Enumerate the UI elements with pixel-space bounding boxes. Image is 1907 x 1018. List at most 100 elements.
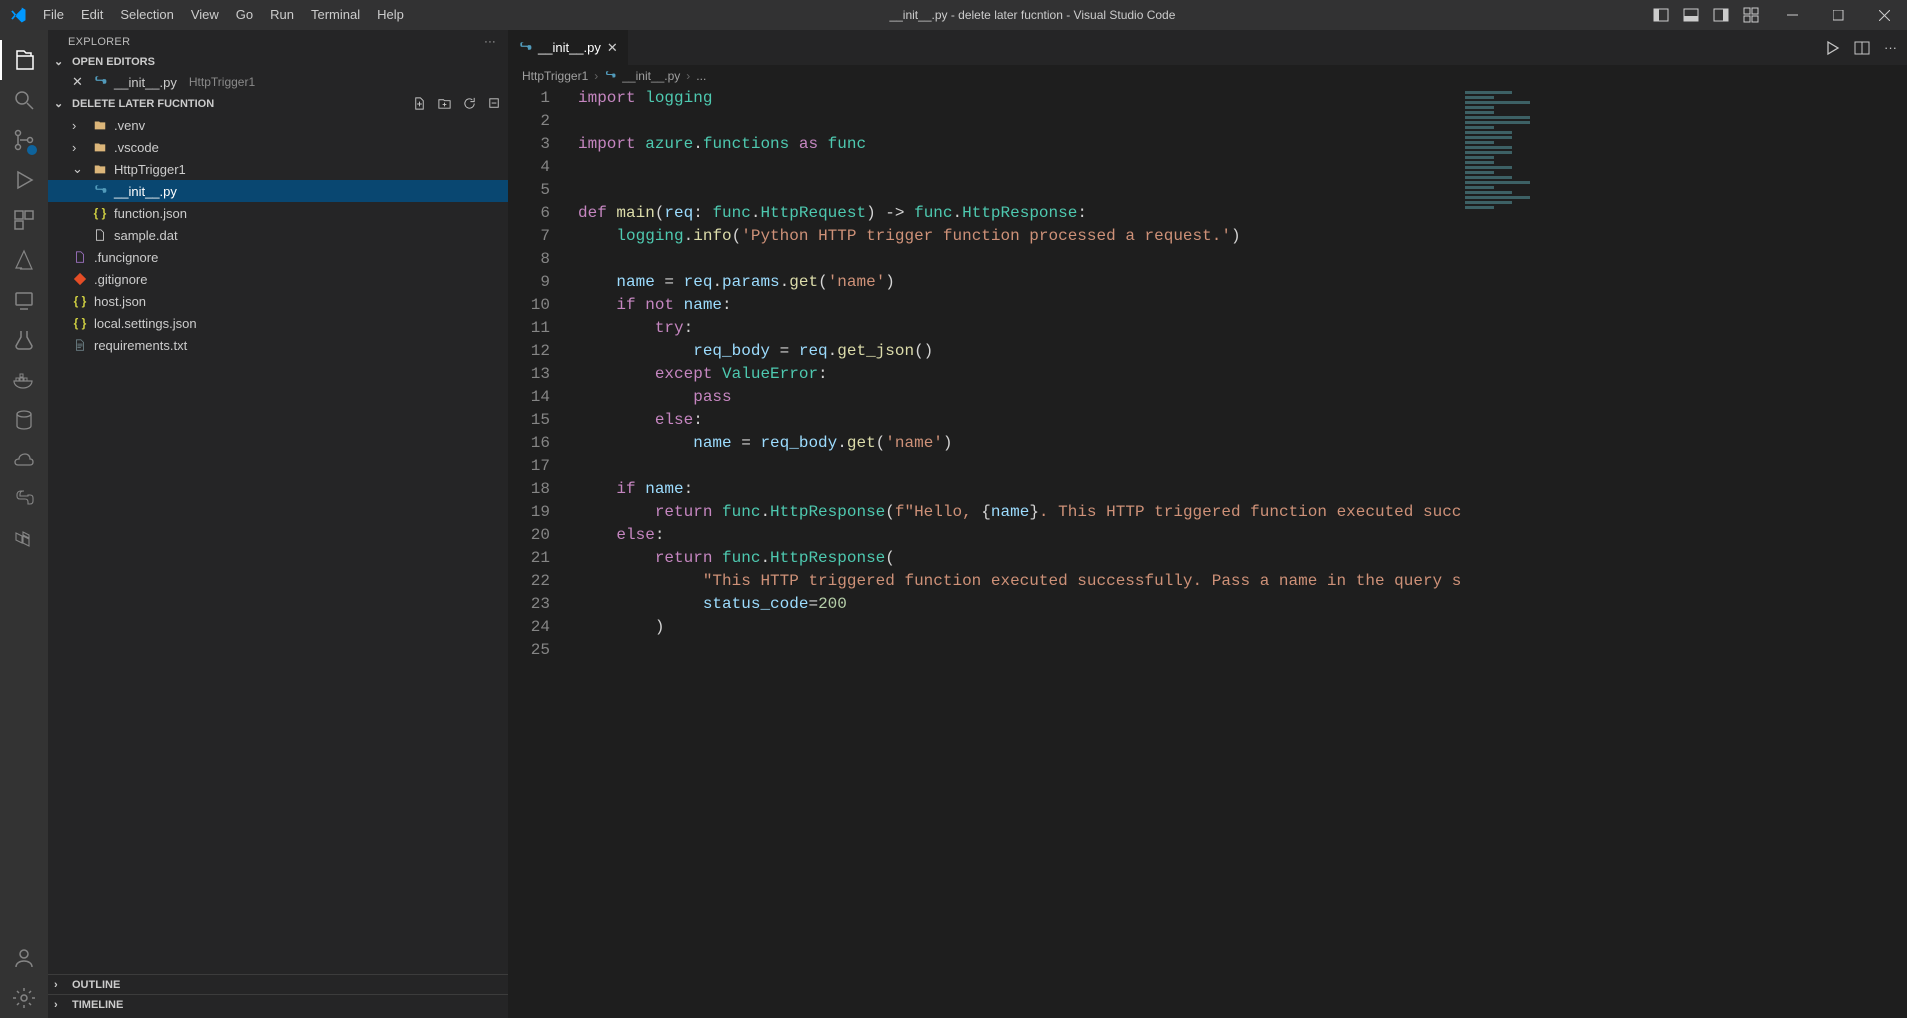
folder-row[interactable]: ⌄ HttpTrigger1 <box>48 158 508 180</box>
txt-file-icon <box>72 337 88 353</box>
activity-accounts-icon[interactable] <box>0 938 48 978</box>
close-icon[interactable]: ✕ <box>607 40 618 56</box>
open-editors-section[interactable]: ⌄ OPEN EDITORS <box>48 52 508 71</box>
tree-item-label: .venv <box>114 118 145 133</box>
menu-go[interactable]: Go <box>228 0 261 30</box>
tree-item-label: HttpTrigger1 <box>114 162 186 177</box>
refresh-icon[interactable] <box>462 96 477 111</box>
folder-icon <box>92 139 108 155</box>
window-controls <box>1769 0 1907 30</box>
menu-selection[interactable]: Selection <box>112 0 181 30</box>
folder-row[interactable]: ›.vscode <box>48 136 508 158</box>
menu-terminal[interactable]: Terminal <box>303 0 368 30</box>
tree-item-label: .gitignore <box>94 272 147 287</box>
open-editor-row[interactable]: ✕ __init__.py HttpTrigger1 <box>48 71 508 93</box>
chevron-down-icon: ⌄ <box>54 55 68 68</box>
tree-item-label: sample.dat <box>114 228 178 243</box>
toggle-primary-sidebar-icon[interactable] <box>1653 7 1669 23</box>
open-editors-label: OPEN EDITORS <box>72 56 155 68</box>
activity-source-control-icon[interactable] <box>0 120 48 160</box>
more-actions-icon[interactable]: ··· <box>1884 40 1897 55</box>
close-icon[interactable]: ✕ <box>72 74 86 90</box>
outline-section[interactable]: › OUTLINE <box>48 974 508 994</box>
activity-extensions-icon[interactable] <box>0 200 48 240</box>
activity-testing-icon[interactable] <box>0 320 48 360</box>
chevron-right-icon: › <box>72 118 86 133</box>
activity-explorer-icon[interactable] <box>0 40 48 80</box>
chevron-right-icon: › <box>594 69 598 83</box>
workspace-tree: ›.venv›.vscode⌄HttpTrigger1__init__.py{ … <box>48 114 508 356</box>
menu-help[interactable]: Help <box>369 0 412 30</box>
minimap[interactable] <box>1461 87 1541 1018</box>
menu-file[interactable]: File <box>35 0 72 30</box>
activity-settings-icon[interactable] <box>0 978 48 1018</box>
chevron-right-icon: › <box>54 999 68 1011</box>
chevron-down-icon: ⌄ <box>72 161 86 177</box>
activity-remote-icon[interactable] <box>0 280 48 320</box>
workspace-section[interactable]: ⌄ DELETE LATER FUCNTION <box>48 93 508 114</box>
maximize-button[interactable] <box>1815 0 1861 30</box>
tab-bar: __init__.py ✕ ··· <box>508 30 1907 65</box>
menu-run[interactable]: Run <box>262 0 302 30</box>
new-folder-icon[interactable] <box>437 96 452 111</box>
timeline-section[interactable]: › TIMELINE <box>48 994 508 1014</box>
editor-tab[interactable]: __init__.py ✕ <box>508 30 629 65</box>
menu-edit[interactable]: Edit <box>73 0 111 30</box>
folder-icon <box>92 161 108 177</box>
customize-layout-icon[interactable] <box>1743 7 1759 23</box>
code-content[interactable]: import loggingimport azure.functions as … <box>568 87 1461 1018</box>
breadcrumb-segment[interactable]: __init__.py <box>622 69 680 83</box>
open-editor-path: HttpTrigger1 <box>189 75 255 89</box>
activity-run-debug-icon[interactable] <box>0 160 48 200</box>
chevron-down-icon: ⌄ <box>54 97 68 110</box>
file-row[interactable]: .funcignore <box>48 246 508 268</box>
file-row[interactable]: .gitignore <box>48 268 508 290</box>
tree-item-label: .funcignore <box>94 250 158 265</box>
layout-controls <box>1653 7 1769 23</box>
file-row[interactable]: { }function.json <box>48 202 508 224</box>
breadcrumb-segment[interactable]: ... <box>696 69 706 83</box>
activity-database-icon[interactable] <box>0 400 48 440</box>
folder-row[interactable]: › .venv <box>48 114 508 136</box>
editor-group: __init__.py ✕ ··· HttpTrigger1 › __init_… <box>508 30 1907 1018</box>
tree-item-label: .vscode <box>114 140 159 155</box>
file-row[interactable]: requirements.txt <box>48 334 508 356</box>
line-number-gutter: 1234567891011121314151617181920212223242… <box>508 87 568 1018</box>
open-editors-tree: ✕ __init__.py HttpTrigger1 <box>48 71 508 93</box>
file-row[interactable]: __init__.py <box>48 180 508 202</box>
file-row[interactable]: { }host.json <box>48 290 508 312</box>
explorer-more-icon[interactable]: ··· <box>484 36 496 48</box>
new-file-icon[interactable] <box>412 96 427 111</box>
run-icon[interactable] <box>1824 40 1840 56</box>
split-editor-icon[interactable] <box>1854 40 1870 56</box>
activity-python-icon[interactable] <box>0 480 48 520</box>
tree-item-label: requirements.txt <box>94 338 187 353</box>
json-file-icon: { } <box>72 315 88 331</box>
git-file-icon <box>72 271 88 287</box>
file-row[interactable]: { }local.settings.json <box>48 312 508 334</box>
toggle-secondary-sidebar-icon[interactable] <box>1713 7 1729 23</box>
close-button[interactable] <box>1861 0 1907 30</box>
activity-docker2-icon[interactable] <box>0 440 48 480</box>
tree-item-label: function.json <box>114 206 187 221</box>
code-editor[interactable]: 1234567891011121314151617181920212223242… <box>508 87 1907 1018</box>
title-bar: File Edit Selection View Go Run Terminal… <box>0 0 1907 30</box>
toggle-panel-icon[interactable] <box>1683 7 1699 23</box>
activity-docker-icon[interactable] <box>0 360 48 400</box>
explorer-title: EXPLORER ··· <box>48 30 508 52</box>
minimize-button[interactable] <box>1769 0 1815 30</box>
collapse-all-icon[interactable] <box>487 96 502 111</box>
activity-search-icon[interactable] <box>0 80 48 120</box>
timeline-label: TIMELINE <box>72 999 123 1011</box>
breadcrumb-segment[interactable]: HttpTrigger1 <box>522 69 588 83</box>
side-bar: EXPLORER ··· ⌄ OPEN EDITORS ✕ __init__.p… <box>48 30 508 1018</box>
activity-azure-icon[interactable] <box>0 240 48 280</box>
python-file-icon <box>92 74 108 90</box>
py-file-icon <box>92 183 108 199</box>
activity-terraform-icon[interactable] <box>0 520 48 560</box>
file-row[interactable]: sample.dat <box>48 224 508 246</box>
breadcrumb[interactable]: HttpTrigger1 › __init__.py › ... <box>508 65 1907 87</box>
vscode-logo-icon <box>0 6 35 24</box>
activity-bar <box>0 30 48 1018</box>
menu-view[interactable]: View <box>183 0 227 30</box>
